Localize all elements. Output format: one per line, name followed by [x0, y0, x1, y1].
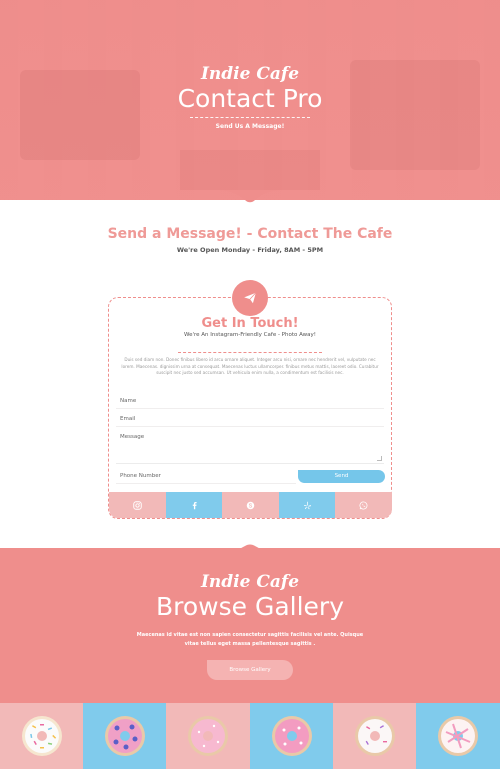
send-button[interactable]: Send — [298, 470, 385, 483]
gallery-description: Maecenas id vitae est non sapien consect… — [130, 631, 370, 649]
background-texture — [180, 150, 320, 190]
donut-image — [105, 716, 145, 756]
card-description: Duis sed diam non. Donec finibus libero … — [121, 357, 379, 376]
section-title: Send a Message! - Contact The Cafe — [107, 226, 393, 242]
message-placeholder: Message — [120, 434, 145, 440]
section-notch — [215, 190, 285, 203]
hero-subtitle: Send Us A Message! — [215, 123, 285, 130]
resize-handle[interactable] — [377, 456, 382, 461]
gallery-description-line: Maecenas id vitae est non sapien consect… — [136, 632, 364, 638]
whatsapp-icon — [359, 501, 368, 509]
instagram-icon — [133, 500, 142, 510]
gallery-tile[interactable] — [250, 703, 334, 769]
facebook-link[interactable] — [166, 492, 223, 518]
facebook-icon — [192, 501, 197, 509]
yelp-link[interactable] — [279, 492, 336, 518]
name-field[interactable]: Name — [116, 394, 384, 409]
opening-hours: We're Open Monday - Friday, 8AM - 5PM — [176, 246, 324, 254]
gallery-tile[interactable] — [83, 703, 167, 769]
email-field[interactable]: Email — [116, 412, 384, 427]
hero-banner: Indie Cafe Contact Pro Send Us A Message… — [0, 0, 500, 200]
paper-plane-icon — [232, 280, 268, 316]
donut-image — [22, 716, 62, 756]
donut-image — [272, 716, 312, 756]
gallery-description-line: vitae tellus eget massa pellentesque sag… — [184, 641, 316, 647]
divider — [190, 117, 310, 118]
gallery-tile[interactable] — [0, 703, 84, 769]
card-subtitle: We're An Instagram-Friendly Cafe - Photo… — [183, 332, 316, 338]
gallery-tile[interactable] — [333, 703, 417, 769]
phone-field[interactable]: Phone Number — [116, 469, 296, 484]
brand-logo: Indie Cafe — [200, 64, 300, 84]
card-title: Get In Touch! — [201, 316, 299, 331]
page-title: Contact Pro — [177, 84, 323, 113]
instagram-link[interactable] — [109, 492, 166, 518]
skype-link[interactable] — [222, 492, 279, 518]
yelp-icon — [304, 501, 312, 509]
gallery-section: Indie Cafe Browse Gallery Maecenas id vi… — [0, 548, 500, 703]
skype-icon — [246, 501, 255, 509]
donut-image — [355, 716, 395, 756]
gallery-tile[interactable] — [166, 703, 250, 769]
browse-gallery-button[interactable]: Browse Gallery — [207, 660, 293, 680]
gallery-tile[interactable] — [416, 703, 500, 769]
gallery-title: Browse Gallery — [155, 592, 344, 621]
message-field[interactable]: Message — [116, 430, 384, 464]
brand-logo: Indie Cafe — [200, 572, 300, 592]
divider — [178, 352, 322, 353]
whatsapp-link[interactable] — [335, 492, 392, 518]
donut-image — [438, 716, 478, 756]
donut-image — [188, 716, 228, 756]
